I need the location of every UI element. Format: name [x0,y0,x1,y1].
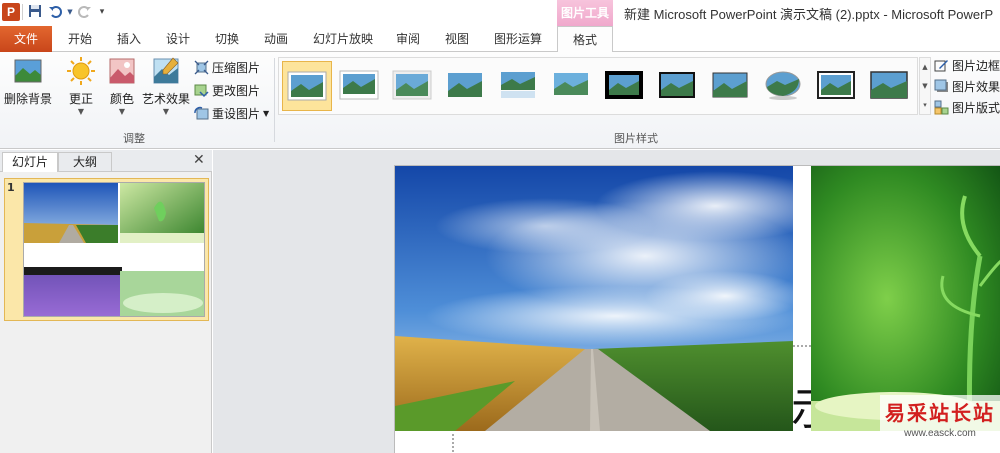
color-label: 颜色 [109,92,134,106]
chevron-down-icon: ▼ [118,107,126,116]
compress-pictures-label: 压缩图片 [212,60,261,75]
change-picture-icon [194,84,209,97]
tab-review[interactable]: 审阅 [386,26,430,52]
reset-picture-icon [194,106,209,119]
chevron-down-icon: ▼ [77,107,85,116]
picture-effects-button[interactable]: 图片效果 [934,77,1000,95]
picture-style-option[interactable] [335,61,385,111]
picture-border-label: 图片边框 [952,58,1000,73]
slide-thumbnail[interactable]: 1 [4,178,209,321]
remove-background-label: 删除背景 [3,92,52,106]
ribbon-tab-bar: 文件 开始 插入 设计 切换 动画 幻灯片放映 审阅 视图 图形运算 格式 [0,26,1000,53]
thumbnail-preview [23,182,205,317]
chevron-up-icon[interactable]: ▲ [920,58,930,77]
tab-animations[interactable]: 动画 [254,26,298,52]
picture-style-option[interactable] [547,61,597,111]
compress-pictures-icon [194,60,209,74]
watermark: 易采站长站 www.easck.com [880,395,1000,453]
chevron-down-icon: ▼ [162,107,170,116]
picture-layout-icon [934,100,949,114]
tab-transitions[interactable]: 切换 [205,26,249,52]
tab-shape-operations[interactable]: 图形运算 [486,26,550,52]
artistic-effects-icon [151,56,181,86]
picture-layout-label: 图片版式 [952,100,1000,115]
thumbnail-image [24,183,204,316]
corrections-button[interactable]: 更正 ▼ [63,56,99,116]
tab-design[interactable]: 设计 [156,26,200,52]
picture-style-option[interactable] [759,61,809,111]
tab-insert[interactable]: 插入 [107,26,151,52]
compress-pictures-button[interactable]: 压缩图片 [194,58,260,76]
reset-picture-button[interactable]: 重设图片 ▼ [194,104,269,122]
remove-background-button[interactable]: 删除背景 [3,56,53,116]
qat-separator [22,4,23,20]
gallery-more-icon[interactable]: ▾ [920,96,930,115]
picture-styles-gallery [278,57,918,115]
picture-style-option[interactable] [494,61,544,111]
chevron-down-icon: ▼ [263,108,270,118]
picture-style-option[interactable] [282,61,332,111]
sun-icon [66,56,96,86]
ribbon: 删除背景 更正 ▼ 颜色 ▼ 艺术效果 ▼ 压缩图片 更改图片 重设图片 ▼ 调… [0,52,1000,149]
gallery-scrollbar[interactable]: ▲ ▼ ▾ [919,57,931,115]
window-title: 新建 Microsoft PowerPoint 演示文稿 (2).pptx - … [624,7,994,22]
customize-qat-icon[interactable]: ▾ [94,4,110,20]
redo-icon[interactable] [77,4,93,20]
slides-pane: 幻灯片 大纲 ✕ 1 [0,150,212,453]
corrections-label: 更正 [68,92,93,106]
slide-number: 1 [7,181,15,194]
tab-view[interactable]: 视图 [435,26,479,52]
picture-style-option[interactable] [706,61,756,111]
picture-border-button[interactable]: 图片边框 [934,56,1000,74]
picture-style-option[interactable] [600,61,650,111]
green-sprout-picture[interactable] [811,166,1000,432]
change-picture-button[interactable]: 更改图片 [194,81,260,99]
picture-style-option[interactable] [388,61,438,111]
tab-outline[interactable]: 大纲 [58,152,112,172]
picture-tools-context-tab: 图片工具 [557,0,613,26]
picture-style-option[interactable] [653,61,703,111]
tab-slides[interactable]: 幻灯片 [2,152,58,172]
tab-slideshow[interactable]: 幻灯片放映 [307,26,379,52]
pane-tab-bar: 幻灯片 大纲 ✕ [0,150,212,172]
picture-color-icon [107,56,137,86]
undo-dropdown-icon[interactable]: ▼ [62,4,78,20]
group-separator [274,58,275,142]
artistic-effects-label: 艺术效果 [141,92,190,106]
chevron-down-icon[interactable]: ▼ [920,77,930,96]
picture-layout-button[interactable]: 图片版式 [934,98,1000,116]
powerpoint-logo-icon[interactable]: P [2,3,20,21]
undo-icon[interactable] [47,4,63,20]
picture-style-option[interactable] [865,61,915,111]
picture-style-option[interactable] [441,61,491,111]
remove-background-icon [13,56,43,86]
tab-home[interactable]: 开始 [58,26,102,52]
picture-style-option[interactable] [812,61,862,111]
color-button[interactable]: 颜色 ▼ [104,56,140,116]
artistic-effects-button[interactable]: 艺术效果 ▼ [141,56,191,116]
picture-effects-icon [934,79,948,92]
adjust-group-label: 调整 [123,132,145,145]
tab-file[interactable]: 文件 [0,26,52,52]
change-picture-label: 更改图片 [212,83,261,98]
picture-styles-group-label: 图片样式 [614,132,658,145]
save-icon[interactable] [27,4,43,20]
title-bar: P ▼ ▾ 图片工具 新建 Microsoft PowerPoint 演示文稿 … [0,0,1000,26]
tab-format[interactable]: 格式 [557,26,613,53]
picture-border-icon [934,59,948,71]
close-icon[interactable]: ✕ [193,152,205,168]
reset-picture-label: 重设图片 [212,106,261,121]
watermark-title: 易采站长站 [885,401,995,425]
picture-effects-label: 图片效果 [952,79,1000,94]
watermark-url: www.easck.com [904,428,976,439]
road-landscape-picture[interactable] [395,166,835,431]
